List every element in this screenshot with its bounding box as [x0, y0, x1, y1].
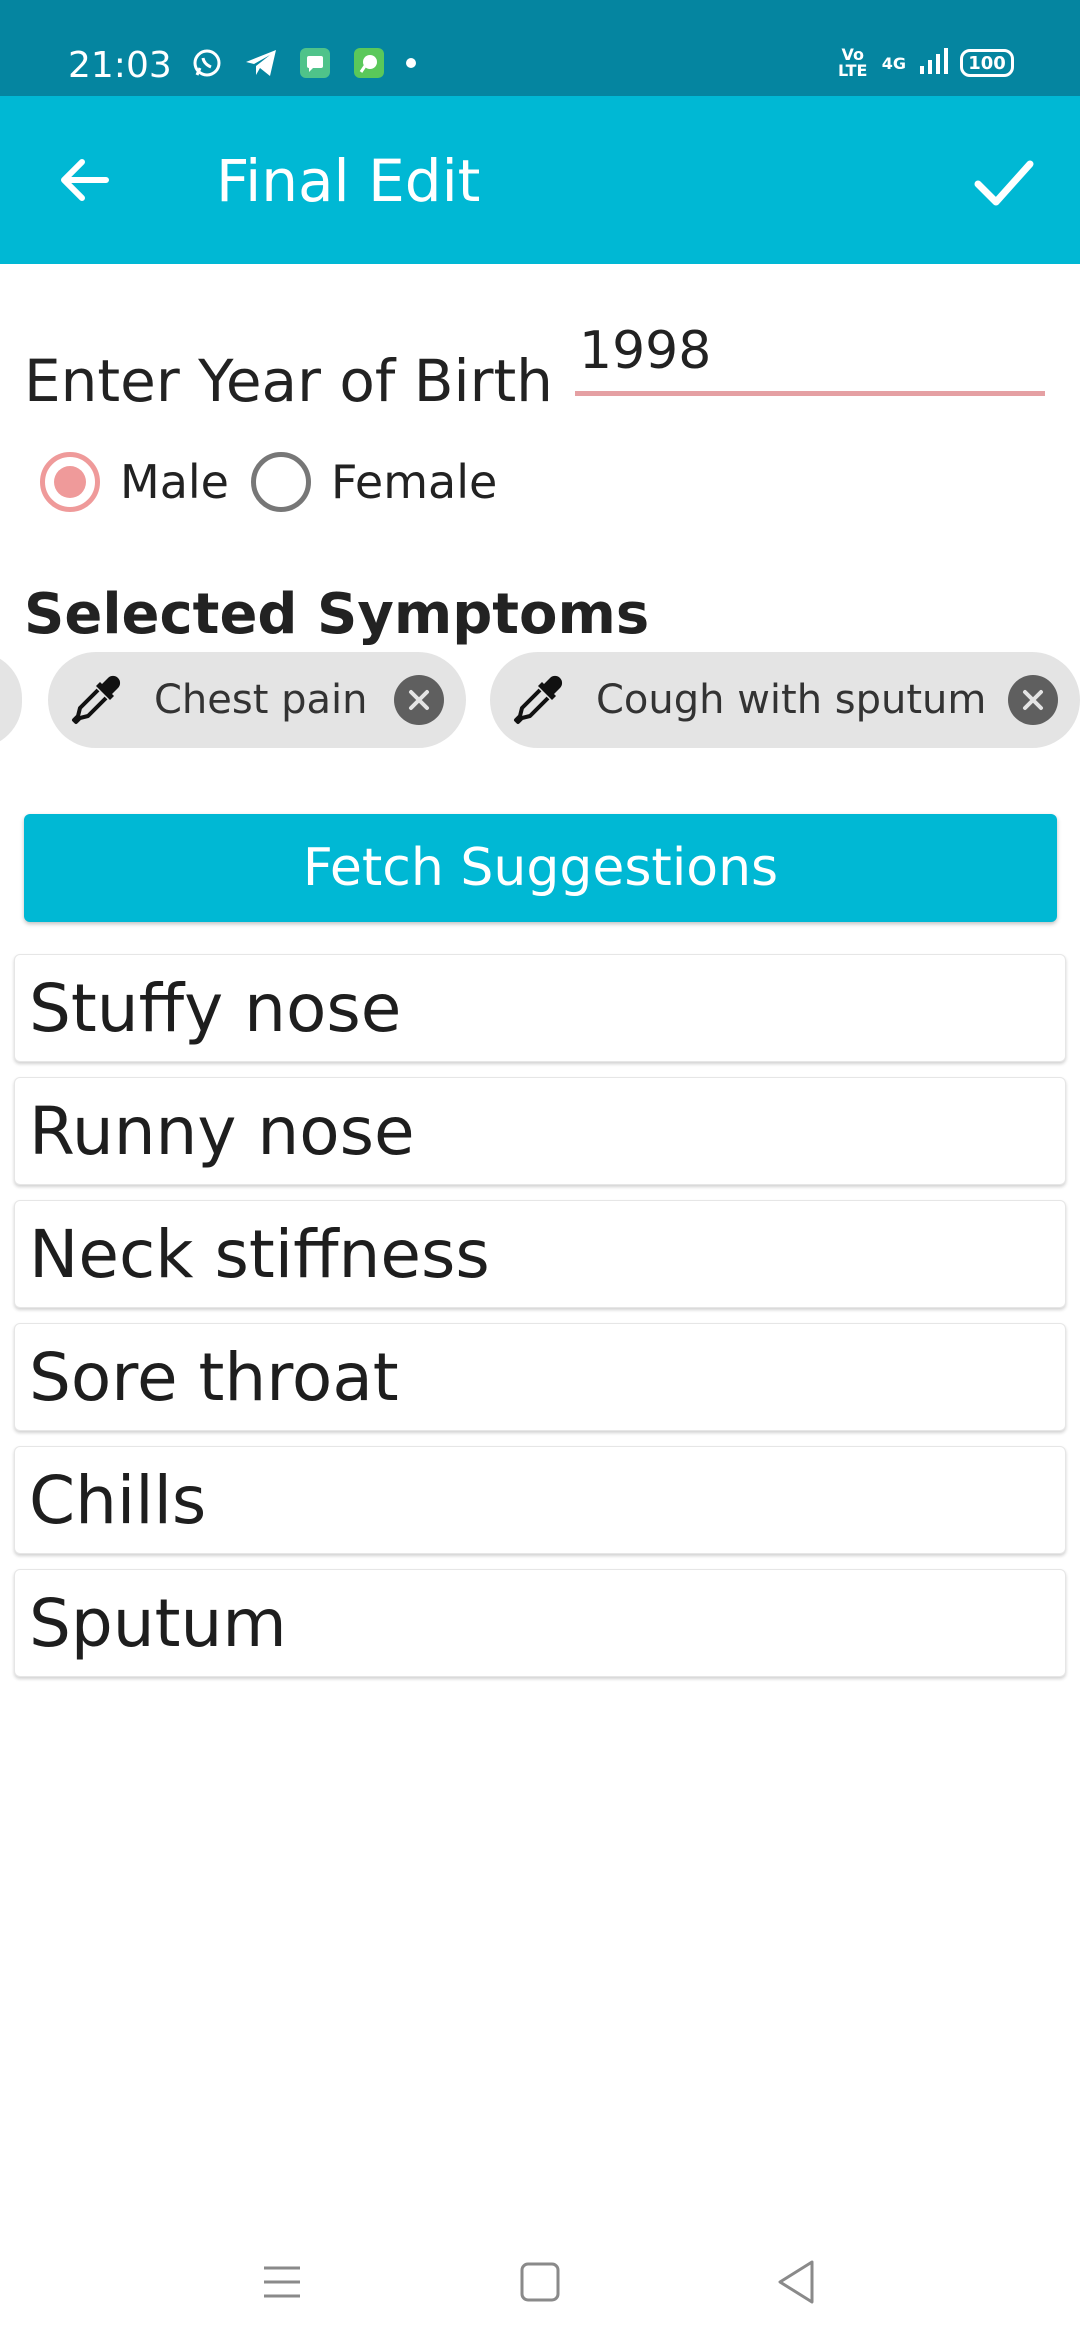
home-button[interactable] [500, 2242, 580, 2322]
suggestion-item[interactable]: Sore throat [14, 1323, 1066, 1431]
symptom-chip-partial[interactable] [0, 652, 22, 748]
close-icon [1023, 690, 1043, 710]
fetch-suggestions-button[interactable]: Fetch Suggestions [24, 814, 1057, 922]
year-of-birth-input[interactable] [575, 310, 1045, 396]
telegram-icon [244, 46, 278, 80]
notification-icons [190, 46, 416, 80]
system-icons: Vo LTE 4G 100 [836, 46, 1014, 80]
recents-button[interactable] [242, 2242, 322, 2322]
app-bar: Final Edit [0, 96, 1080, 264]
whatsapp-icon [190, 46, 224, 80]
female-radio[interactable] [250, 452, 311, 512]
eyedropper-icon [72, 675, 121, 724]
male-label[interactable]: Male [120, 452, 229, 512]
check-icon [974, 160, 1034, 206]
suggestion-item[interactable]: Chills [14, 1446, 1066, 1554]
navigation-bar [0, 2220, 1080, 2340]
back-button[interactable] [48, 144, 120, 216]
year-of-birth-label: Enter Year of Birth [24, 347, 553, 415]
arrow-back-icon [61, 159, 109, 201]
symptom-chip[interactable]: Chest pain [48, 652, 466, 748]
network-type: 4G [881, 53, 906, 73]
battery-icon: 100 [960, 49, 1014, 77]
menu-icon [264, 2266, 300, 2298]
close-icon [409, 690, 429, 710]
status-time: 21:03 [68, 45, 172, 86]
page-title: Final Edit [216, 147, 481, 215]
selected-symptoms-title: Selected Symptoms [24, 582, 650, 647]
volte-indicator: Vo LTE [838, 45, 868, 80]
symptom-chip[interactable]: Cough with sputum [490, 652, 1080, 748]
remove-chip-button[interactable] [394, 675, 444, 725]
chip-label: Chest pain [154, 677, 368, 723]
more-notifications-dot [406, 58, 416, 68]
suggestion-item[interactable]: Neck stiffness [14, 1200, 1066, 1308]
home-icon [520, 2262, 560, 2302]
male-radio[interactable] [40, 452, 100, 512]
suggestion-item[interactable]: Stuffy nose [14, 954, 1066, 1062]
suggestion-item[interactable]: Runny nose [14, 1077, 1066, 1185]
message-icon [298, 46, 332, 80]
back-triangle-icon [778, 2260, 814, 2304]
suggestions-list: Stuffy nose Runny nose Neck stiffness So… [14, 954, 1066, 1692]
confirm-button[interactable] [964, 142, 1044, 222]
remove-chip-button[interactable] [1008, 675, 1058, 725]
app-icon [352, 46, 386, 80]
system-back-button[interactable] [756, 2242, 836, 2322]
status-bar: 21:03 Vo LTE 4G 100 [0, 0, 1080, 96]
chip-label: Cough with sputum [596, 677, 987, 723]
suggestion-item[interactable]: Sputum [14, 1569, 1066, 1677]
gender-radio-group: Male Female [40, 452, 519, 512]
signal-icon [918, 46, 948, 80]
female-label[interactable]: Female [331, 452, 497, 512]
symptom-chips[interactable]: Chest pain Cough with sputum [0, 652, 1080, 748]
eyedropper-icon [514, 675, 563, 724]
